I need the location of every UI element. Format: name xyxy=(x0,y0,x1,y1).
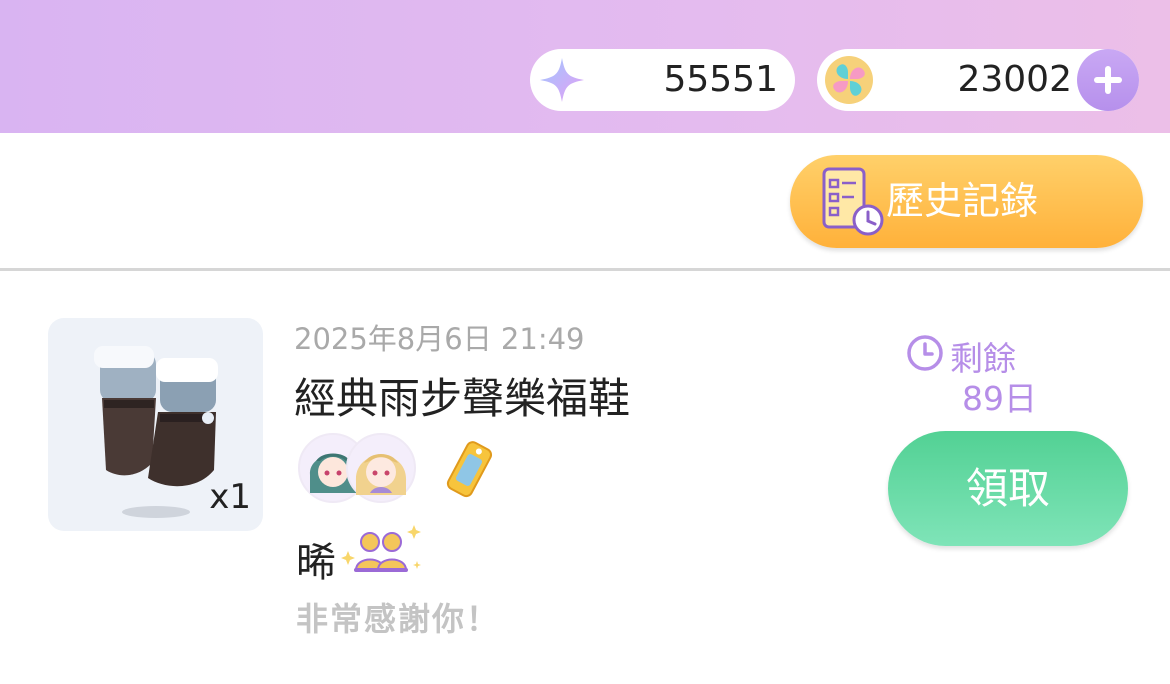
add-currency-button[interactable] xyxy=(1077,49,1139,111)
avatar-blonde-hair-icon xyxy=(355,454,407,495)
history-button[interactable]: 歷史記錄 xyxy=(790,155,1143,248)
star-currency-value: 55551 xyxy=(663,59,778,100)
four-leaf-clover-icon xyxy=(825,56,873,104)
sparkle-star-icon xyxy=(540,58,584,102)
clock-icon xyxy=(907,335,943,371)
top-currency-bar: 55551 23002 xyxy=(0,0,1170,133)
golden-tag-icon xyxy=(446,441,493,498)
history-button-label: 歷史記錄 xyxy=(886,179,1039,223)
item-quantity: x1 xyxy=(209,477,251,517)
claim-button[interactable]: 領取 xyxy=(888,431,1128,546)
gift-timestamp: 2025年8月6日 21:49 xyxy=(294,322,585,356)
sender-avatars xyxy=(298,433,508,507)
remaining-days: 89日 xyxy=(962,379,1037,418)
section-divider xyxy=(0,268,1170,271)
remaining-time: 剩餘 89日 xyxy=(906,332,1056,418)
clover-currency-value: 23002 xyxy=(957,59,1072,100)
couple-sparkle-emoji xyxy=(341,525,421,572)
star-currency-pill[interactable]: 55551 xyxy=(530,49,795,111)
claim-button-label: 領取 xyxy=(965,464,1050,513)
checklist-clock-icon xyxy=(822,167,884,236)
gift-message: 非常感謝你！ xyxy=(296,600,501,638)
sender-name: 晞 xyxy=(296,540,336,586)
chibi-avatar-blonde-hair[interactable] xyxy=(346,433,416,503)
gift-item-thumbnail[interactable]: x1 xyxy=(48,318,263,531)
gift-item-name: 經典雨步聲樂福鞋 xyxy=(294,374,631,423)
clover-currency-pill[interactable]: 23002 xyxy=(817,49,1139,111)
plus-icon xyxy=(1094,66,1122,94)
